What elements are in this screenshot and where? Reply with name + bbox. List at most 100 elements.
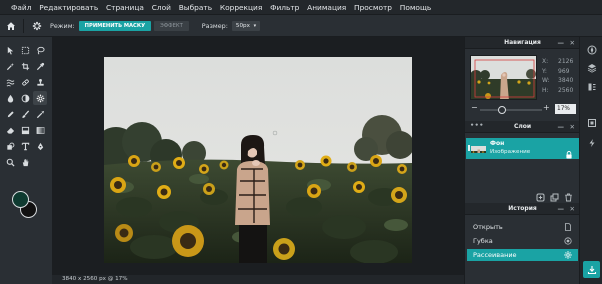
- navigator-title: Навигация: [504, 39, 541, 46]
- history-item[interactable]: Открыть: [467, 221, 578, 233]
- y-label: Y:: [542, 67, 547, 75]
- size-select[interactable]: 50px ▾: [231, 20, 261, 31]
- zoom-in-icon[interactable]: +: [543, 103, 550, 112]
- shape-tool-icon[interactable]: [4, 140, 16, 152]
- download-button[interactable]: [583, 261, 600, 278]
- effect-button[interactable]: ЭФФЕКТ: [154, 20, 189, 31]
- eyedropper-tool-icon[interactable]: [34, 60, 46, 72]
- close-icon[interactable]: ✕: [570, 39, 575, 47]
- tool-options-bar: Режим: ПРИМЕНИТЬ МАСКУ ЭФФЕКТ Размер: 50…: [0, 14, 602, 37]
- duplicate-layer-icon[interactable]: [550, 187, 559, 202]
- history-close-icon[interactable]: ✕: [570, 205, 575, 213]
- text-tool-icon[interactable]: [19, 140, 31, 152]
- status-bar: 3840 x 2560 px @ 17%: [52, 275, 464, 284]
- canvas-area[interactable]: 3840 x 2560 px @ 17%: [52, 37, 464, 284]
- size-value: 50px: [235, 22, 250, 29]
- blur-tool-icon[interactable]: [4, 92, 16, 104]
- zoom-slider-thumb[interactable]: [498, 106, 507, 114]
- adjustments-panel-icon[interactable]: [585, 80, 598, 93]
- image-size-status: 3840 x 2560 px @ 17%: [62, 276, 128, 282]
- gradient-tool-icon[interactable]: [34, 124, 46, 136]
- liquify-tool-icon[interactable]: [4, 76, 16, 88]
- transform-panel-icon[interactable]: [585, 116, 598, 129]
- eraser-tool-icon[interactable]: [4, 124, 16, 136]
- download-icon: [587, 265, 596, 274]
- w-value: 3840: [558, 77, 574, 84]
- right-panels: Навигация — ✕ X: 2126 Y: 969 W: 3840 H: 2560…: [464, 37, 580, 284]
- y-value: 969: [558, 67, 570, 75]
- menu-page[interactable]: Страница: [106, 3, 144, 12]
- menu-select[interactable]: Выбрать: [179, 3, 212, 12]
- foreground-color-swatch[interactable]: [12, 191, 29, 208]
- layers-title: Слои: [513, 123, 532, 130]
- sponge-icon: [564, 237, 572, 245]
- effects-panel-icon[interactable]: [585, 136, 598, 149]
- zoom-tool-icon[interactable]: [4, 156, 16, 168]
- panel-icon-bar: [579, 37, 602, 284]
- brush-tool-icon[interactable]: [19, 108, 31, 120]
- menu-adjust[interactable]: Коррекция: [220, 3, 262, 12]
- h-label: H:: [542, 86, 549, 94]
- file-icon: [564, 223, 572, 231]
- h-value: 2560: [558, 86, 574, 94]
- photo-canvas[interactable]: [104, 57, 412, 263]
- navigator-thumbnail[interactable]: [470, 55, 537, 100]
- pencil-tool-icon[interactable]: [4, 108, 16, 120]
- zoom-slider[interactable]: [480, 106, 542, 114]
- lock-icon[interactable]: [565, 144, 573, 159]
- move-tool-icon[interactable]: [4, 44, 16, 56]
- more-options-icon[interactable]: •••: [470, 121, 484, 129]
- zoom-input[interactable]: 17%: [555, 104, 576, 114]
- menu-animation[interactable]: Анимация: [307, 3, 346, 12]
- navigator-panel-icon[interactable]: [585, 43, 598, 56]
- layer-row[interactable]: Фон Изображение: [466, 138, 579, 159]
- sponge-tool-icon: [31, 20, 43, 32]
- color-replace-tool-icon[interactable]: [34, 108, 46, 120]
- chevron-down-icon: ▾: [253, 22, 257, 29]
- dodge-tool-icon[interactable]: [19, 92, 31, 104]
- history-item[interactable]: Губка: [467, 235, 578, 247]
- marquee-tool-icon[interactable]: [19, 44, 31, 56]
- layer-thumbnail: [471, 142, 486, 153]
- menu-layer[interactable]: Слой: [152, 3, 171, 12]
- w-label: W:: [542, 77, 550, 84]
- collapse-icon[interactable]: —: [558, 39, 565, 47]
- lasso-tool-icon[interactable]: [34, 44, 46, 56]
- history-item-label: Открыть: [473, 223, 503, 231]
- layer-name: Фон: [490, 140, 505, 147]
- clone-stamp-tool-icon[interactable]: [34, 76, 46, 88]
- sponge-tool-button-icon[interactable]: [33, 91, 47, 105]
- menu-bar: Файл Редактировать Страница Слой Выбрать…: [0, 0, 602, 14]
- navigator-header: Навигация — ✕: [465, 37, 580, 49]
- menu-edit[interactable]: Редактировать: [39, 3, 98, 12]
- tools-panel: [0, 37, 52, 284]
- menu-view[interactable]: Просмотр: [354, 3, 392, 12]
- layer-visibility-checkbox[interactable]: [468, 145, 470, 151]
- new-layer-icon[interactable]: [536, 187, 545, 202]
- delete-layer-icon[interactable]: [564, 187, 573, 202]
- history-item-active[interactable]: Рассеивание: [467, 249, 578, 261]
- layers-close-icon[interactable]: ✕: [570, 123, 575, 131]
- apply-mask-button[interactable]: ПРИМЕНИТЬ МАСКУ: [78, 20, 152, 31]
- layer-type: Изображение: [490, 149, 531, 155]
- menu-file[interactable]: Файл: [11, 3, 31, 12]
- history-title: История: [508, 205, 537, 212]
- size-label: Размер:: [201, 21, 228, 30]
- home-icon[interactable]: [5, 20, 17, 32]
- sunflower-field-photo: [104, 57, 412, 263]
- layers-panel-icon[interactable]: [585, 61, 598, 74]
- mode-label: Режим:: [50, 21, 75, 30]
- pen-tool-icon[interactable]: [34, 140, 46, 152]
- hand-tool-icon[interactable]: [19, 156, 31, 168]
- menu-filter[interactable]: Фильтр: [270, 3, 299, 12]
- layers-collapse-icon[interactable]: —: [558, 123, 565, 131]
- fill-tool-icon[interactable]: [19, 124, 31, 136]
- x-value: 2126: [558, 58, 574, 65]
- history-item-label: Рассеивание: [473, 251, 517, 259]
- zoom-out-icon[interactable]: −: [471, 103, 478, 112]
- magic-wand-tool-icon[interactable]: [4, 60, 16, 72]
- spot-heal-tool-icon[interactable]: [19, 76, 31, 88]
- history-collapse-icon[interactable]: —: [558, 205, 565, 213]
- crop-tool-icon[interactable]: [19, 60, 31, 72]
- menu-help[interactable]: Помощь: [400, 3, 432, 12]
